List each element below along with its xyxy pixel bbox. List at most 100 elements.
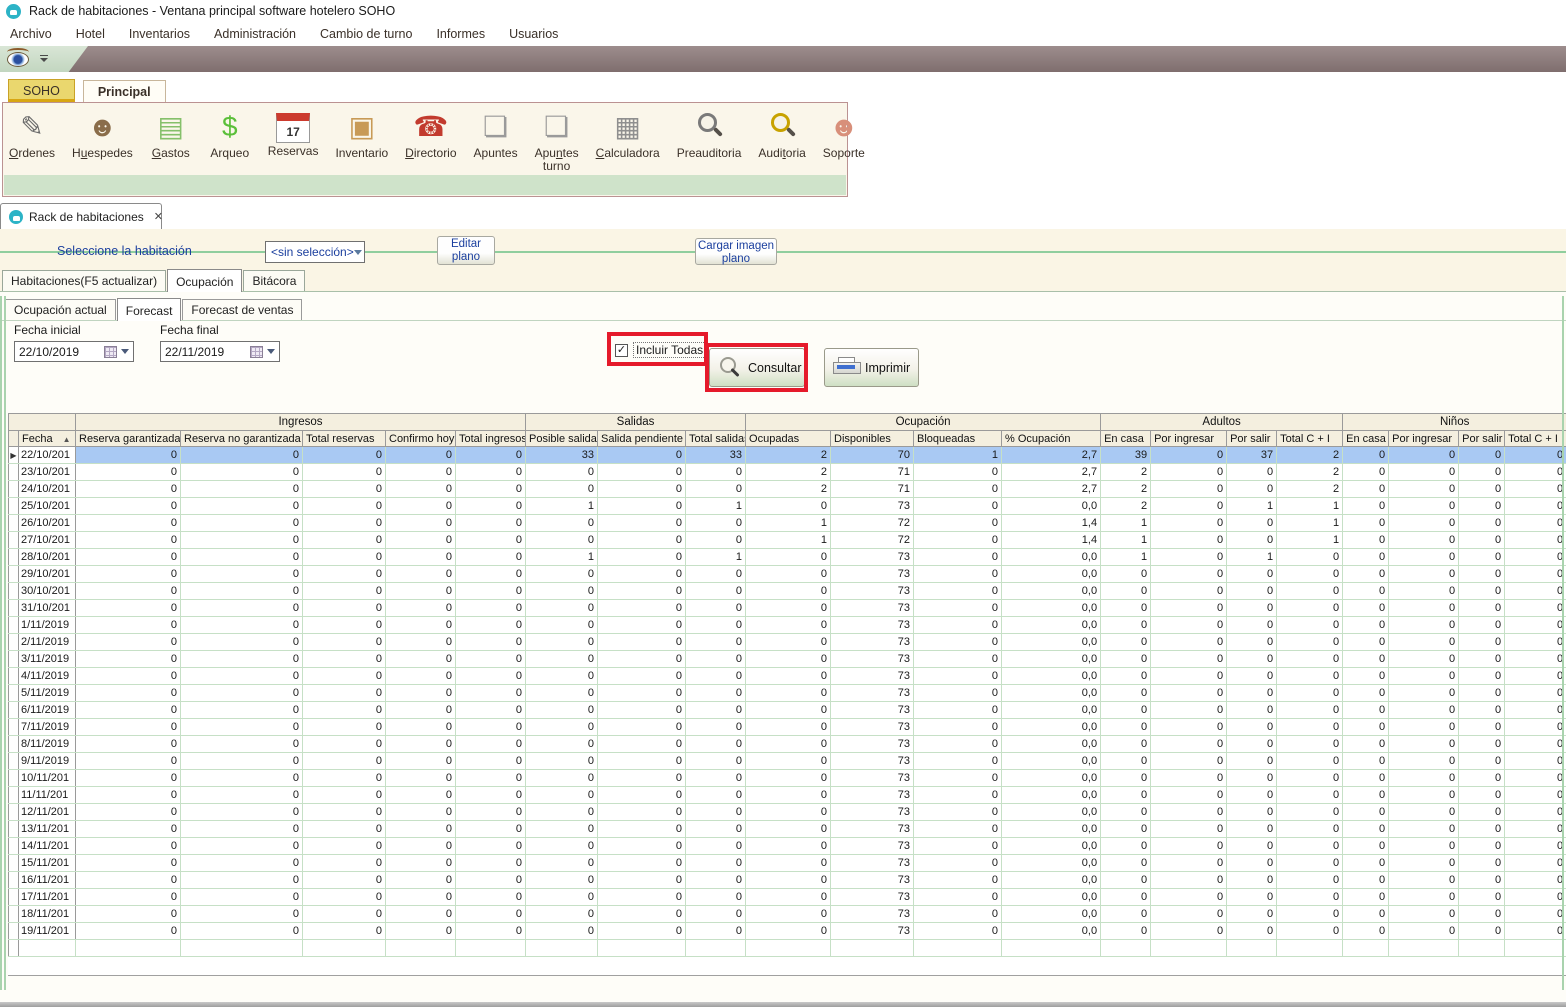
cell[interactable]: 0 (1505, 787, 1566, 804)
cell[interactable]: 0,0 (1002, 651, 1101, 668)
close-icon[interactable]: ✕ (154, 210, 163, 223)
row-selector[interactable] (9, 651, 19, 668)
table-row[interactable]: 23/10/2010000000027102,720020000 (9, 464, 1566, 481)
cell[interactable]: 0 (1227, 600, 1277, 617)
cell[interactable]: 0 (1227, 889, 1277, 906)
ribbon-item-apuntes-turno[interactable]: ❏Apuntesturno (533, 107, 581, 175)
cell[interactable]: 0 (1151, 821, 1227, 838)
cell[interactable]: 0 (1505, 617, 1566, 634)
cell[interactable]: 0 (1151, 787, 1227, 804)
cell[interactable]: 0 (598, 481, 686, 498)
cell[interactable]: 0 (914, 872, 1002, 889)
cell[interactable]: 19/11/201 (19, 923, 76, 940)
cell[interactable]: 0 (1389, 617, 1459, 634)
cell[interactable]: 0 (386, 923, 456, 940)
cell[interactable]: 0 (1459, 821, 1505, 838)
cell[interactable]: 0 (1343, 668, 1389, 685)
cell[interactable]: 0 (1227, 872, 1277, 889)
cell[interactable]: 0 (76, 753, 181, 770)
cell[interactable]: 0,0 (1002, 719, 1101, 736)
cell[interactable]: 0 (1277, 787, 1343, 804)
cell[interactable]: 0 (386, 804, 456, 821)
cell[interactable]: 0 (526, 787, 598, 804)
cell[interactable]: 0 (303, 872, 386, 889)
cell[interactable]: 0 (1505, 447, 1566, 464)
cell[interactable]: 0 (1459, 583, 1505, 600)
cell[interactable]: 0 (1459, 719, 1505, 736)
cell[interactable]: 0 (746, 651, 831, 668)
cell[interactable]: 0 (1459, 889, 1505, 906)
cell[interactable]: 0 (746, 668, 831, 685)
cell[interactable]: 0 (686, 651, 746, 668)
cell[interactable]: 0 (526, 872, 598, 889)
cell[interactable]: 0 (1343, 804, 1389, 821)
cell[interactable]: 0 (598, 753, 686, 770)
cell[interactable]: 0 (1459, 566, 1505, 583)
cell[interactable]: 0 (76, 804, 181, 821)
cell[interactable]: 0 (1343, 464, 1389, 481)
cell[interactable]: 0 (181, 600, 303, 617)
cell[interactable]: 1 (914, 447, 1002, 464)
table-row[interactable]: 11/11/2010000000007300,000000000 (9, 787, 1566, 804)
cell[interactable]: 0 (746, 736, 831, 753)
cell[interactable]: 0 (456, 804, 526, 821)
cell[interactable]: 33 (526, 447, 598, 464)
cell[interactable]: 0 (1505, 702, 1566, 719)
cell[interactable]: 0 (303, 702, 386, 719)
cell[interactable]: 0 (181, 906, 303, 923)
row-selector[interactable] (9, 549, 19, 566)
cell[interactable]: 0,0 (1002, 549, 1101, 566)
cell[interactable]: 0 (1227, 651, 1277, 668)
cell[interactable]: 0 (76, 736, 181, 753)
cell[interactable]: 25/10/201 (19, 498, 76, 515)
row-selector[interactable] (9, 617, 19, 634)
cell[interactable]: 0 (526, 719, 598, 736)
cell[interactable]: 0 (303, 464, 386, 481)
cell[interactable]: 0,0 (1002, 889, 1101, 906)
cell[interactable]: 0 (303, 906, 386, 923)
cell[interactable]: 0,0 (1002, 872, 1101, 889)
cell[interactable]: 0 (1277, 583, 1343, 600)
ribbon-item-apuntes[interactable]: ❏Apuntes (472, 107, 520, 162)
cell[interactable]: 0 (686, 804, 746, 821)
cell[interactable]: 0 (76, 719, 181, 736)
cell[interactable]: 0 (181, 685, 303, 702)
cell[interactable]: 0 (914, 617, 1002, 634)
cell[interactable]: 0 (1277, 906, 1343, 923)
cell[interactable]: 0 (598, 719, 686, 736)
cell[interactable]: 2 (746, 464, 831, 481)
cell[interactable]: 0 (1505, 549, 1566, 566)
cell[interactable]: 1 (1101, 515, 1151, 532)
table-row[interactable]: 25/10/2010000010107300,020110000 (9, 498, 1566, 515)
cell[interactable]: 0 (914, 753, 1002, 770)
cell[interactable]: 0 (686, 481, 746, 498)
cell[interactable]: 0 (303, 515, 386, 532)
cell[interactable]: 0 (526, 804, 598, 821)
cell[interactable]: 0 (686, 566, 746, 583)
cell[interactable]: 0 (1343, 532, 1389, 549)
row-selector[interactable] (9, 600, 19, 617)
cell[interactable]: 0 (746, 719, 831, 736)
cell[interactable]: 73 (831, 923, 914, 940)
cell[interactable]: 12/11/201 (19, 804, 76, 821)
cell[interactable]: 0 (746, 634, 831, 651)
cell[interactable]: 0 (914, 804, 1002, 821)
cell[interactable]: 0 (1343, 515, 1389, 532)
table-row[interactable]: 9/11/20190000000007300,000000000 (9, 753, 1566, 770)
cell[interactable]: 0 (456, 464, 526, 481)
row-selector[interactable] (9, 719, 19, 736)
cell[interactable]: 0 (181, 566, 303, 583)
cell[interactable]: 0 (303, 532, 386, 549)
cell[interactable]: 0 (386, 855, 456, 872)
cell[interactable]: 0 (1389, 685, 1459, 702)
cell[interactable]: 2 (1277, 481, 1343, 498)
cell[interactable]: 0 (76, 515, 181, 532)
col-bloqueadas-11[interactable]: Bloqueadas (914, 431, 1002, 447)
cell[interactable]: 0 (1459, 787, 1505, 804)
cell[interactable]: 0 (686, 821, 746, 838)
table-row[interactable]: ▶22/10/201000003303327012,73903720000 (9, 447, 1566, 464)
cell[interactable]: 0 (598, 906, 686, 923)
cell[interactable]: 0 (914, 685, 1002, 702)
cell[interactable]: 0 (181, 838, 303, 855)
cell[interactable]: 14/11/201 (19, 838, 76, 855)
